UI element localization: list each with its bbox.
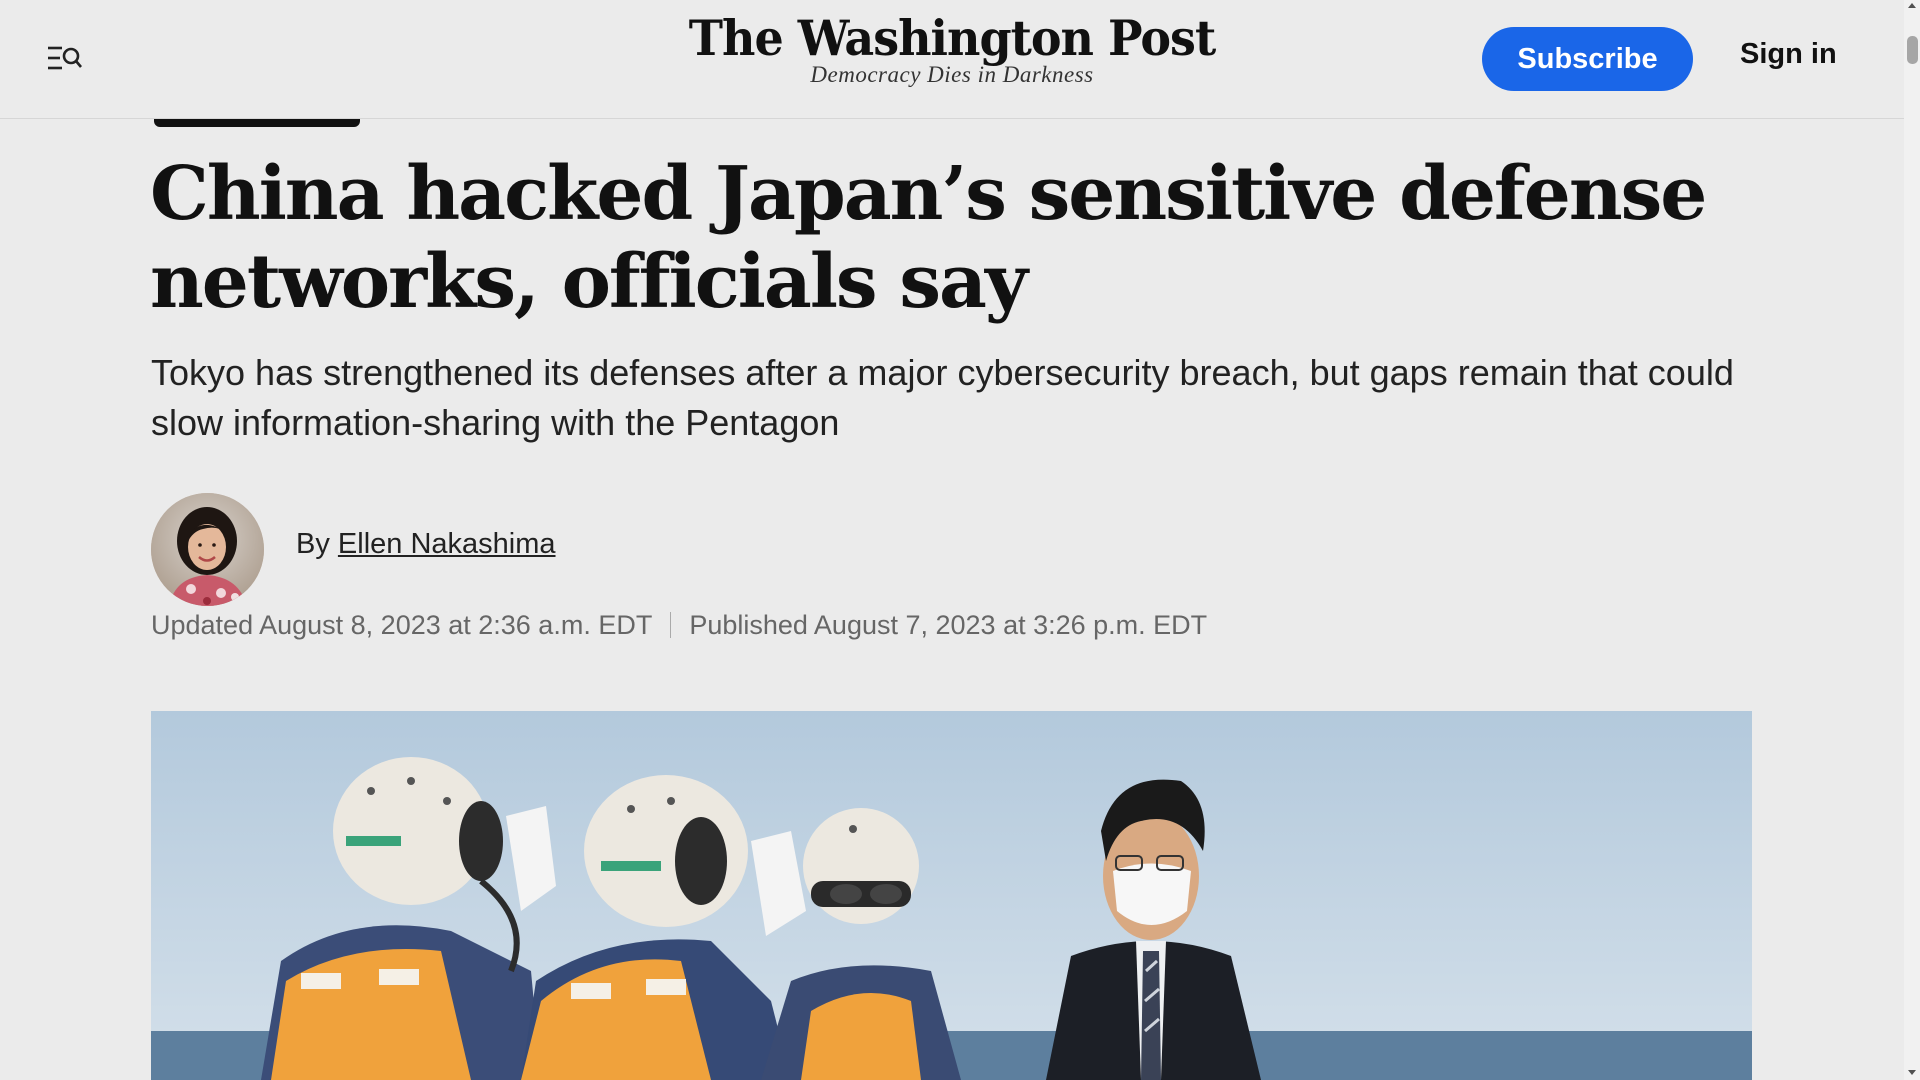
published-timestamp: Published August 7, 2023 at 3:26 p.m. ED… <box>689 610 1208 640</box>
author-link[interactable]: Ellen Nakashima <box>338 528 556 560</box>
timestamp-divider <box>670 612 672 638</box>
byline-prefix: By <box>296 528 330 560</box>
scroll-thumb[interactable] <box>1907 36 1918 64</box>
article-headline: China hacked Japan’s sensitive defense n… <box>150 151 1707 325</box>
sign-in-link[interactable]: Sign in <box>1740 38 1837 71</box>
scroll-up-arrow-icon[interactable] <box>1908 3 1916 8</box>
menu-search-icon[interactable] <box>44 40 84 76</box>
masthead[interactable]: The Washington Post Democracy Dies in Da… <box>600 12 1304 88</box>
scroll-down-arrow-icon[interactable] <box>1908 1070 1916 1075</box>
updated-timestamp: Updated August 8, 2023 at 2:36 a.m. EDT <box>151 610 653 640</box>
subscribe-button[interactable]: Subscribe <box>1482 27 1693 91</box>
site-header: The Washington Post Democracy Dies in Da… <box>0 0 1904 119</box>
page-scrollbar[interactable] <box>1904 0 1920 1080</box>
site-logo[interactable]: The Washington Post <box>600 12 1304 63</box>
lead-photo[interactable] <box>151 711 1752 1080</box>
author-avatar[interactable] <box>151 493 264 606</box>
byline: By Ellen Nakashima <box>296 528 556 561</box>
section-label-bar[interactable] <box>154 119 360 127</box>
article-timestamps: Updated August 8, 2023 at 2:36 a.m. EDT P… <box>151 610 1207 641</box>
article-subheadline: Tokyo has strengthened its defenses afte… <box>151 352 1734 443</box>
